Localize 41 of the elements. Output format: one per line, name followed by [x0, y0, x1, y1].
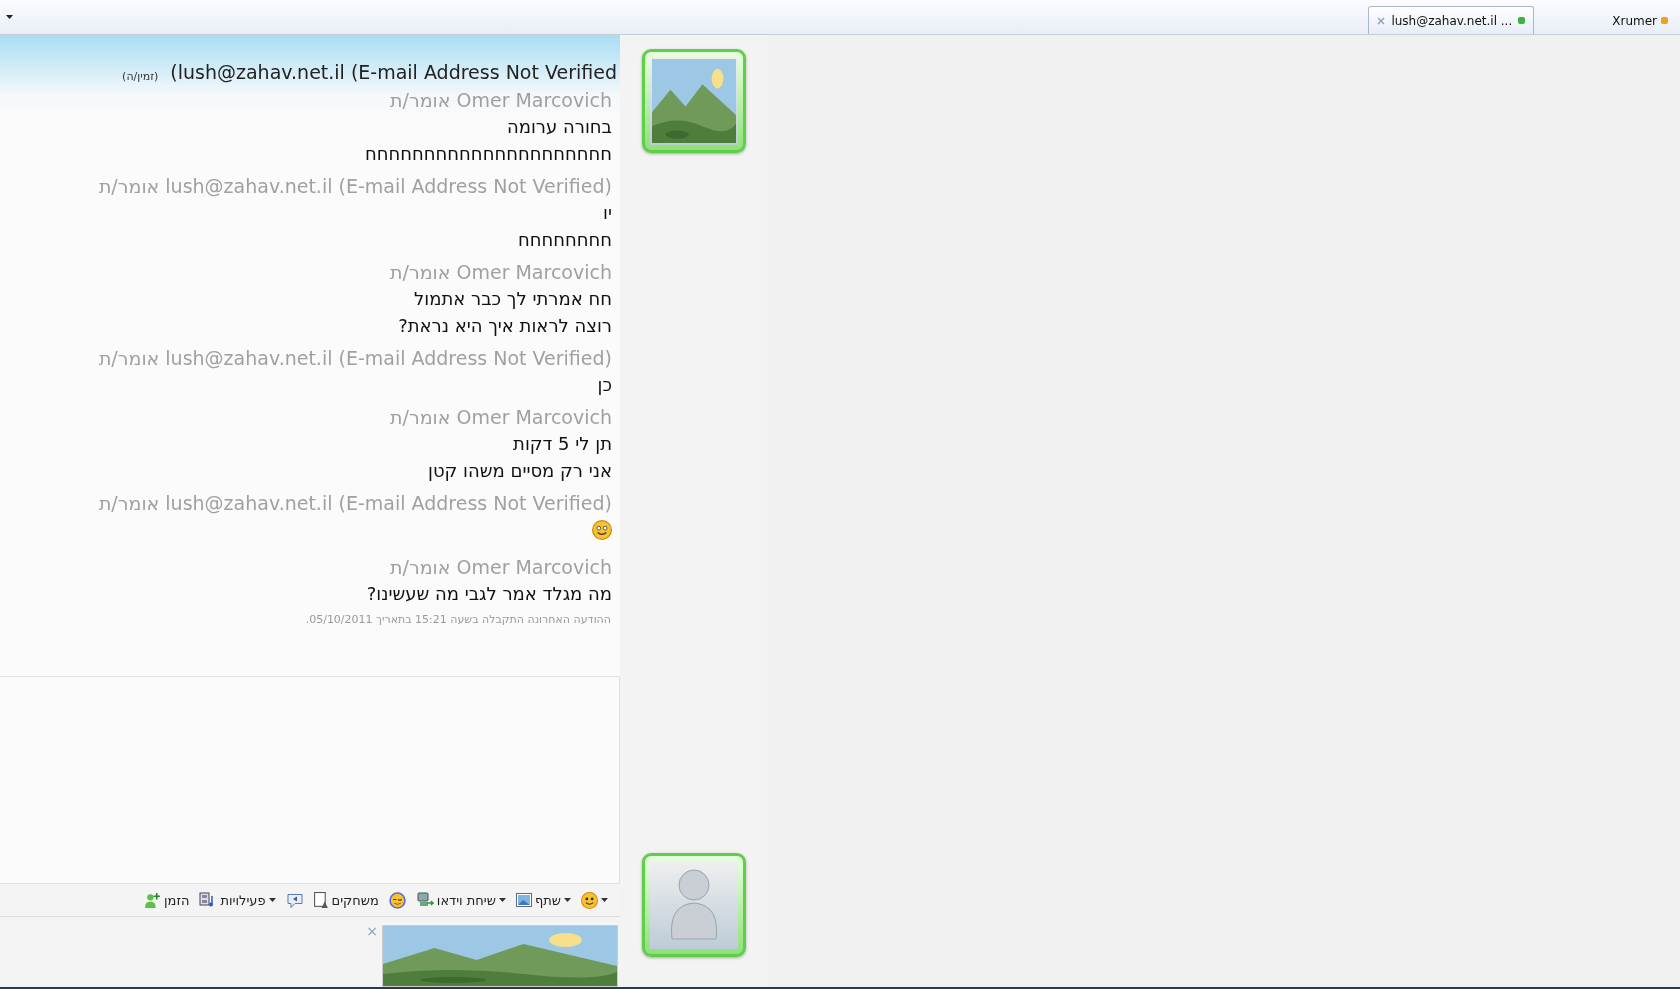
- close-icon[interactable]: [1377, 16, 1386, 25]
- contact-status: (זמין/ה): [122, 70, 159, 83]
- emoticons-button[interactable]: [581, 891, 608, 909]
- message-sender: אומר/ת Omer Marcovich: [390, 555, 612, 580]
- message-sender: אומר/ת Omer Marcovich: [390, 405, 612, 430]
- add-contact-icon: [144, 891, 162, 909]
- nudge-button[interactable]: [285, 891, 304, 909]
- message-text: מה מגלד אמר לגבי מה שעשינו?: [366, 582, 612, 606]
- activities-button[interactable]: פעילויות: [199, 892, 276, 908]
- message-sender: אומר/ת lush@zahav.net.il (E-mail Address Not Verified): [98, 346, 612, 371]
- smiley-icon: [581, 891, 598, 909]
- wink-button[interactable]: [388, 891, 406, 909]
- message-text: רוצה לראות איך היא נראת?: [398, 314, 612, 338]
- message-text: בחורה ערומה: [506, 115, 612, 139]
- game-card-icon: [313, 891, 329, 909]
- message-sender: אומר/ת Omer Marcovich: [390, 88, 612, 113]
- message-text: חח אמרתי לך כבר אתמול: [414, 287, 612, 311]
- message-text: חחחחחחחחחחחחחחחחחחחחח: [365, 142, 612, 166]
- message-text: תן לי 5 דקות: [513, 432, 612, 456]
- smiley-icon: [592, 520, 612, 540]
- message-text: אני רק מסיים משהו קטן: [428, 459, 612, 483]
- conversation-tab[interactable]: lush@zahav.net.il ...: [1368, 6, 1535, 34]
- image-icon: [515, 893, 532, 907]
- message-text: כן: [597, 373, 612, 397]
- speech-bubble-icon: [285, 891, 304, 909]
- message-sender: אומר/ת Omer Marcovich: [390, 260, 612, 285]
- video-button[interactable]: שיחת וידאו: [415, 892, 506, 908]
- message-text: יו: [603, 201, 612, 225]
- message-text: חחחחחחחח: [517, 228, 612, 252]
- account-name[interactable]: Xrumer: [1612, 13, 1657, 28]
- caret-icon[interactable]: [6, 15, 13, 19]
- message-sender: אומר/ת lush@zahav.net.il (E-mail Address Not Verified): [98, 174, 612, 199]
- message-sender: אומר/ת lush@zahav.net.il (E-mail Address Not Verified): [98, 491, 612, 516]
- wink-icon: [388, 891, 406, 909]
- contact-name: (lush@zahav.net.il (E-mail Address Not Verified: [170, 61, 617, 83]
- games-button[interactable]: משחקים: [313, 891, 379, 909]
- message-input[interactable]: [0, 676, 620, 884]
- webcam-icon: [415, 892, 434, 908]
- invite-button[interactable]: הזמן: [144, 891, 190, 909]
- last-message-time: ההודעה האחרונה התקבלה בשעה 15:21 בתאריך 05/10/2011.: [305, 613, 612, 626]
- share-button[interactable]: שתף: [515, 892, 571, 908]
